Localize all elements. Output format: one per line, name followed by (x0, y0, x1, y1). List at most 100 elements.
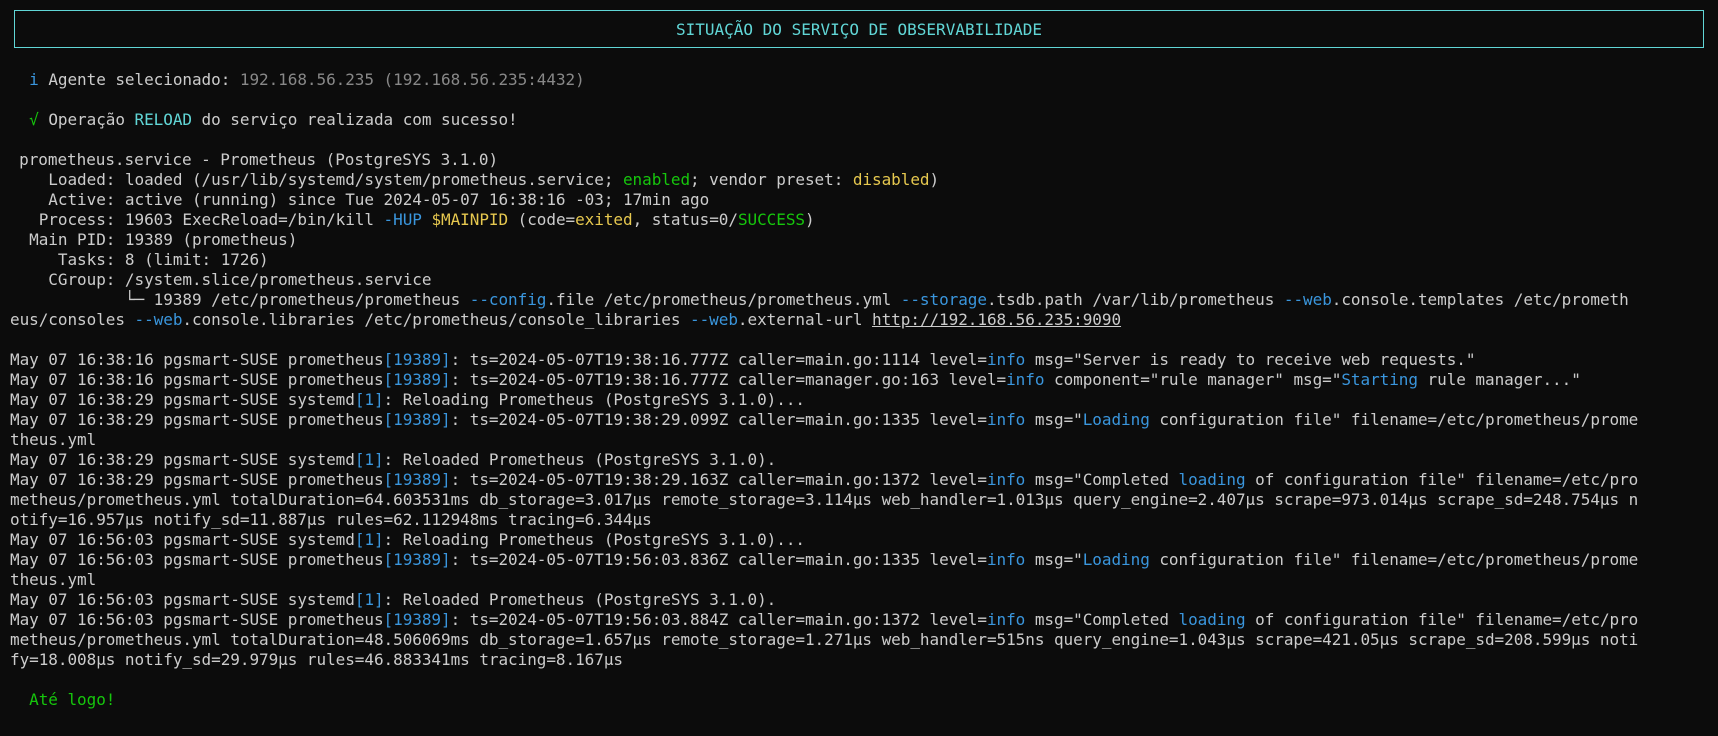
operation-name: RELOAD (134, 110, 193, 129)
log-line-wrap: theus.yml (10, 430, 97, 449)
service-title: prometheus.service - Prometheus (Postgre… (19, 150, 499, 169)
log-body: : Reloaded Prometheus (PostgreSYS 3.1.0)… (383, 450, 777, 469)
log-keyword: Loading (1082, 550, 1150, 569)
selected-agent-label: Agente selecionado: (48, 70, 240, 89)
process-pre: Process: 19603 ExecReload=/bin/kill (10, 210, 384, 229)
cmd-part: .console.templates /etc/prometh (1331, 290, 1629, 309)
cgroup-command-line-wrap: eus/consoles --web.console.libraries /et… (10, 310, 1710, 330)
tasks-line: Tasks: 8 (limit: 1726) (10, 250, 269, 269)
success-line: √ Operação RELOAD do serviço realizada c… (10, 110, 1710, 130)
log-body: of configuration file" filename=/etc/pro (1245, 610, 1639, 629)
loaded-path: loaded (/usr/lib/systemd/system/promethe… (124, 170, 623, 189)
log-line: May 07 16:38:16 pgsmart-SUSE prometheus[… (10, 370, 1710, 390)
cmd-part: .console.libraries /etc/prometheus/conso… (182, 310, 691, 329)
log-level: info (986, 470, 1026, 489)
log-prefix: May 07 16:38:29 pgsmart-SUSE systemd (10, 390, 355, 409)
cmd-flag: --config (469, 290, 547, 309)
log-prefix: May 07 16:38:16 pgsmart-SUSE prometheus (10, 350, 384, 369)
loaded-mid: ; vendor preset: (690, 170, 853, 189)
log-line: May 07 16:56:03 pgsmart-SUSE prometheus[… (10, 610, 1710, 630)
cmd-flag: --storage (900, 290, 987, 309)
log-level: info (986, 550, 1026, 569)
log-line: May 07 16:38:29 pgsmart-SUSE systemd[1]:… (10, 390, 1710, 410)
log-body: : ts=2024-05-07T19:38:16.777Z caller=mai… (450, 350, 987, 369)
log-prefix: May 07 16:38:16 pgsmart-SUSE prometheus (10, 370, 384, 389)
log-line-wrap: otify=16.957µs notify_sd=11.887µs rules=… (10, 510, 652, 529)
cgroup-line: CGroup: /system.slice/prometheus.service (10, 270, 432, 289)
log-line: May 07 16:38:29 pgsmart-SUSE prometheus[… (10, 470, 1710, 490)
loaded-preset: disabled (852, 170, 930, 189)
cmd-flag: --web (1283, 290, 1332, 309)
log-keyword: loading (1178, 470, 1246, 489)
log-pid: [19389] (383, 470, 451, 489)
log-pid: [1] (354, 450, 384, 469)
cmd-part: └─ 19389 /etc/prometheus/prometheus (10, 290, 470, 309)
log-body: : Reloading Prometheus (PostgreSYS 3.1.0… (383, 530, 805, 549)
log-body: msg="Server is ready to receive web requ… (1025, 350, 1476, 369)
log-line-wrap: metheus/prometheus.yml totalDuration=48.… (10, 630, 1639, 649)
log-pid: [19389] (383, 370, 451, 389)
header-title: SITUAÇÃO DO SERVIÇO DE OBSERVABILIDADE (675, 19, 1043, 39)
log-prefix: May 07 16:56:03 pgsmart-SUSE systemd (10, 530, 355, 549)
log-body: : Reloading Prometheus (PostgreSYS 3.1.0… (383, 390, 805, 409)
log-prefix: May 07 16:38:29 pgsmart-SUSE prometheus (10, 470, 384, 489)
log-line: May 07 16:56:03 pgsmart-SUSE systemd[1]:… (10, 590, 1710, 610)
log-keyword: Loading (1082, 410, 1150, 429)
terminal-output: i Agente selecionado: 192.168.56.235 (19… (10, 70, 1710, 710)
log-body: : ts=2024-05-07T19:38:29.099Z caller=mai… (450, 410, 987, 429)
cmd-part: .tsdb.path /var/lib/prometheus (986, 290, 1284, 309)
cmd-flag: --web (134, 310, 183, 329)
log-prefix: May 07 16:56:03 pgsmart-SUSE prometheus (10, 610, 384, 629)
cmd-part: .file /etc/prometheus/prometheus.yml (546, 290, 901, 309)
log-body: rule manager..." (1417, 370, 1581, 389)
active-line: Active: active (running) since Tue 2024-… (10, 190, 710, 209)
log-pid: [19389] (383, 410, 451, 429)
external-url-link[interactable]: http://192.168.56.235:9090 (872, 310, 1121, 329)
selected-agent-line: i Agente selecionado: 192.168.56.235 (19… (10, 70, 1710, 90)
log-level: info (986, 610, 1026, 629)
log-line: May 07 16:38:29 pgsmart-SUSE prometheus[… (10, 410, 1710, 430)
log-pid: [1] (354, 590, 384, 609)
goodbye-text: Até logo! (29, 690, 116, 709)
log-level: info (1006, 370, 1045, 389)
log-pid: [19389] (383, 610, 451, 629)
log-line-wrap: theus.yml (10, 570, 97, 589)
process-code: exited (575, 210, 633, 229)
log-prefix: May 07 16:56:03 pgsmart-SUSE prometheus (10, 550, 384, 569)
log-pid: [1] (354, 530, 384, 549)
check-icon: √ (29, 110, 39, 129)
success-pre: Operação (48, 110, 135, 129)
log-body: : ts=2024-05-07T19:38:16.777Z caller=man… (450, 370, 1007, 389)
info-icon: i (29, 70, 39, 89)
log-keyword: Starting (1341, 370, 1418, 389)
success-post: do serviço realizada com sucesso! (191, 110, 518, 129)
cgroup-command-line: └─ 19389 /etc/prometheus/prometheus --co… (10, 290, 1710, 310)
log-line: May 07 16:56:03 pgsmart-SUSE systemd[1]:… (10, 530, 1710, 550)
header-banner: SITUAÇÃO DO SERVIÇO DE OBSERVABILIDADE (14, 10, 1704, 48)
log-body: msg="Completed (1025, 470, 1179, 489)
log-line-wrap: fy=18.008µs notify_sd=29.979µs rules=46.… (10, 650, 623, 669)
log-body: of configuration file" filename=/etc/pro (1245, 470, 1639, 489)
log-line: May 07 16:38:29 pgsmart-SUSE systemd[1]:… (10, 450, 1710, 470)
log-body: msg="Completed (1025, 610, 1179, 629)
process-var: $MAINPID (431, 210, 509, 229)
loaded-enabled: enabled (622, 170, 691, 189)
process-mid1: (code= (508, 210, 576, 229)
process-post: ) (804, 210, 815, 229)
log-line-wrap: metheus/prometheus.yml totalDuration=64.… (10, 490, 1639, 509)
log-body: : ts=2024-05-07T19:56:03.884Z caller=mai… (450, 610, 987, 629)
process-space (422, 210, 432, 229)
log-prefix: May 07 16:38:29 pgsmart-SUSE prometheus (10, 410, 384, 429)
mainpid-line: Main PID: 19389 (prometheus) (10, 230, 298, 249)
log-prefix: May 07 16:38:29 pgsmart-SUSE systemd (10, 450, 355, 469)
selected-agent-value: 192.168.56.235 (192.168.56.235:4432) (239, 70, 585, 89)
log-pid: [19389] (383, 550, 451, 569)
log-keyword: loading (1178, 610, 1246, 629)
log-prefix: May 07 16:56:03 pgsmart-SUSE systemd (10, 590, 355, 609)
log-body: : Reloaded Prometheus (PostgreSYS 3.1.0)… (383, 590, 777, 609)
log-body: configuration file" filename=/etc/promet… (1149, 550, 1639, 569)
cmd-part: eus/consoles (10, 310, 135, 329)
